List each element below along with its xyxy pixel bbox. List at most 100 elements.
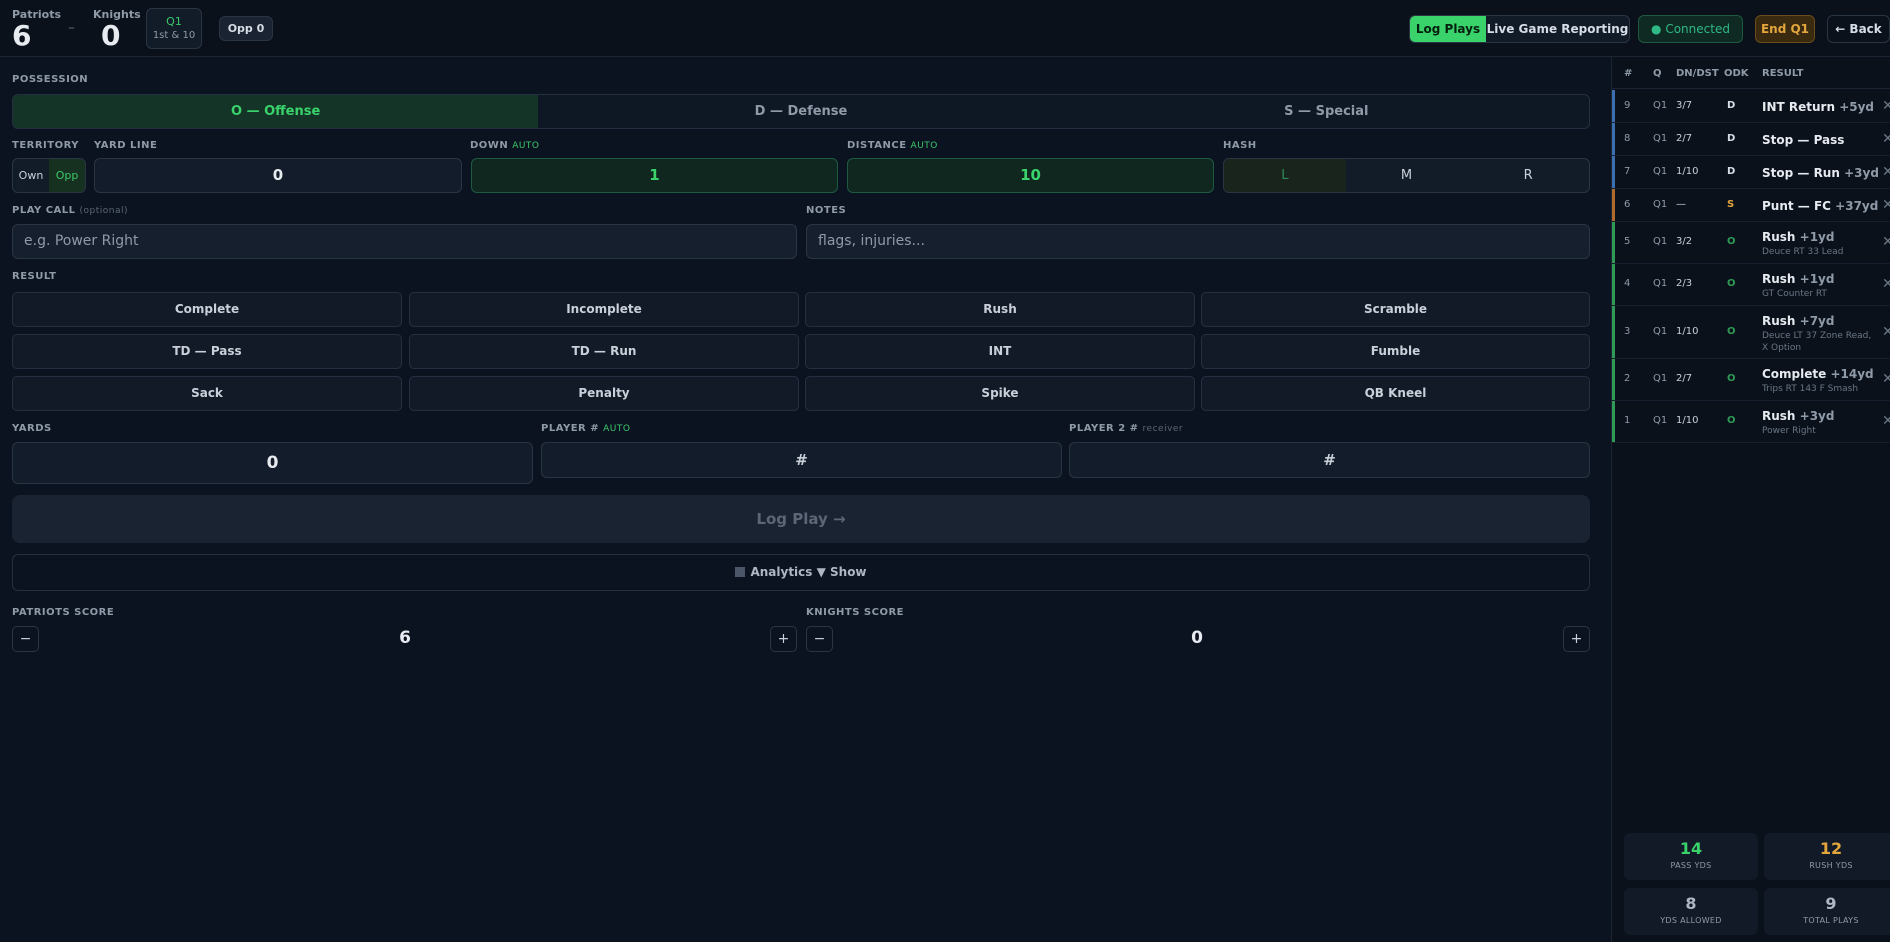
player2-number-input[interactable]: # bbox=[1069, 442, 1590, 478]
play-call-label: PLAY CALL (optional) bbox=[12, 205, 128, 216]
play-log-row[interactable]: 5 Q1 3/2 O Rush +1yd Deuce RT 33 Lead ✕ bbox=[1612, 222, 1890, 264]
row-result: INT Return +5yd bbox=[1762, 100, 1874, 114]
row-gain: +7yd bbox=[1799, 314, 1835, 328]
away-score-minus-button[interactable]: − bbox=[806, 626, 833, 652]
row-number: 3 bbox=[1624, 326, 1631, 337]
row-number: 8 bbox=[1624, 133, 1631, 144]
row-gain: +3yd bbox=[1844, 166, 1879, 180]
yard-line-label: YARD LINE bbox=[94, 140, 158, 151]
hash-label: HASH bbox=[1223, 140, 1257, 151]
result-td-pass-button[interactable]: TD — Pass bbox=[12, 334, 402, 369]
play-log-row[interactable]: 4 Q1 2/3 O Rush +1yd GT Counter RT ✕ bbox=[1612, 264, 1890, 306]
row-odk: D bbox=[1727, 100, 1736, 111]
row-quarter: Q1 bbox=[1653, 100, 1668, 111]
result-complete-button[interactable]: Complete bbox=[12, 292, 402, 327]
hash-right[interactable]: R bbox=[1467, 159, 1589, 192]
connection-status-badge: ● Connected bbox=[1638, 15, 1743, 43]
play-log-row[interactable]: 1 Q1 1/10 O Rush +3yd Power Right ✕ bbox=[1612, 401, 1890, 443]
play-log-row[interactable]: 3 Q1 1/10 O Rush +7yd Deuce LT 37 Zone Read, … bbox=[1612, 306, 1890, 359]
play-log-row[interactable]: 2 Q1 2/7 O Complete +14yd Trips RT 143 F Smas… bbox=[1612, 359, 1890, 401]
result-penalty-button[interactable]: Penalty bbox=[409, 376, 799, 411]
result-scramble-button[interactable]: Scramble bbox=[1201, 292, 1590, 327]
notes-input[interactable]: flags, injuries... bbox=[806, 224, 1590, 259]
yards-input[interactable]: 0 bbox=[12, 442, 533, 484]
delete-row-icon[interactable]: ✕ bbox=[1882, 164, 1890, 180]
analytics-toggle[interactable]: Analytics ▼ Show bbox=[12, 554, 1590, 591]
end-quarter-button[interactable]: End Q1 bbox=[1755, 15, 1815, 43]
play-log-row[interactable]: 8 Q1 2/7 D Stop — Pass ✕ bbox=[1612, 123, 1890, 156]
row-result-text: Rush bbox=[1762, 272, 1796, 286]
opp-field-position[interactable]: Opp 0 bbox=[219, 16, 273, 41]
row-quarter: Q1 bbox=[1653, 278, 1668, 289]
down-label: DOWN AUTO bbox=[470, 140, 540, 151]
home-score-minus-button[interactable]: − bbox=[12, 626, 39, 652]
row-type-indicator bbox=[1612, 359, 1615, 400]
result-spike-button[interactable]: Spike bbox=[805, 376, 1195, 411]
play-log-row[interactable]: 6 Q1— S Punt — FC +37yd ✕ bbox=[1612, 189, 1890, 222]
row-type-indicator bbox=[1612, 156, 1615, 188]
result-int-button[interactable]: INT bbox=[805, 334, 1195, 369]
delete-row-icon[interactable]: ✕ bbox=[1882, 98, 1890, 114]
possession-offense[interactable]: O — Offense bbox=[13, 95, 539, 128]
possession-label: POSSESSION bbox=[12, 74, 89, 85]
result-qb-kneel-button[interactable]: QB Kneel bbox=[1201, 376, 1590, 411]
row-down-distance: 1/10 bbox=[1676, 166, 1699, 177]
player2-sub-label: receiver bbox=[1142, 424, 1184, 434]
result-rush-button[interactable]: Rush bbox=[805, 292, 1195, 327]
result-td-run-button[interactable]: TD — Run bbox=[409, 334, 799, 369]
log-plays-tab[interactable]: Log Plays bbox=[1410, 16, 1486, 42]
result-fumble-button[interactable]: Fumble bbox=[1201, 334, 1590, 369]
row-number: 2 bbox=[1624, 373, 1631, 384]
row-quarter: Q1 bbox=[1653, 373, 1668, 384]
delete-row-icon[interactable]: ✕ bbox=[1882, 131, 1890, 147]
top-bar: Patriots 6 – Knights 0 Q1 1st & 10 Opp 0… bbox=[0, 0, 1890, 57]
hash-left[interactable]: L bbox=[1224, 159, 1346, 192]
analytics-toggle-label: Analytics ▼ Show bbox=[750, 565, 867, 579]
stat-value: 9 bbox=[1825, 894, 1837, 913]
territory-own[interactable]: Own bbox=[13, 159, 49, 192]
row-gain: +5yd bbox=[1839, 100, 1875, 114]
delete-row-icon[interactable]: ✕ bbox=[1882, 197, 1890, 213]
delete-row-icon[interactable]: ✕ bbox=[1882, 234, 1890, 250]
delete-row-icon[interactable]: ✕ bbox=[1882, 371, 1890, 387]
play-call-input[interactable]: e.g. Power Right bbox=[12, 224, 797, 259]
hash-middle[interactable]: M bbox=[1346, 159, 1468, 192]
quarter-label: Q1 bbox=[166, 15, 182, 28]
log-play-button[interactable]: Log Play → bbox=[12, 495, 1590, 543]
yards-label: YARDS bbox=[12, 423, 52, 434]
result-incomplete-button[interactable]: Incomplete bbox=[409, 292, 799, 327]
result-sack-button[interactable]: Sack bbox=[12, 376, 402, 411]
row-odk: O bbox=[1727, 236, 1736, 247]
row-result: Complete +14yd bbox=[1762, 367, 1874, 381]
col-quarter: Q bbox=[1653, 68, 1662, 79]
row-gain: +1yd bbox=[1799, 272, 1835, 286]
row-play-call: Deuce RT 33 Lead bbox=[1762, 247, 1844, 257]
distance-input[interactable]: 10 bbox=[847, 158, 1214, 193]
away-score-plus-button[interactable]: + bbox=[1563, 626, 1590, 652]
territory-opp[interactable]: Opp bbox=[49, 159, 85, 192]
col-number: # bbox=[1624, 68, 1633, 79]
home-score-plus-button[interactable]: + bbox=[770, 626, 797, 652]
player-number-input[interactable]: # bbox=[541, 442, 1062, 478]
live-reporting-tab[interactable]: Live Game Reporting bbox=[1486, 16, 1629, 42]
home-team: Patriots 6 bbox=[12, 8, 61, 51]
row-result-text: INT Return bbox=[1762, 100, 1835, 114]
delete-row-icon[interactable]: ✕ bbox=[1882, 413, 1890, 429]
row-result: Rush +1yd bbox=[1762, 230, 1834, 244]
back-button[interactable]: ← Back bbox=[1827, 15, 1890, 43]
delete-row-icon[interactable]: ✕ bbox=[1882, 276, 1890, 292]
down-auto-badge: AUTO bbox=[512, 141, 540, 151]
row-result-text: Stop — Pass bbox=[1762, 133, 1845, 147]
possession-special[interactable]: S — Special bbox=[1064, 95, 1589, 128]
delete-row-icon[interactable]: ✕ bbox=[1882, 324, 1890, 340]
bar-chart-icon bbox=[735, 567, 746, 577]
stat-label: RUSH YDS bbox=[1809, 861, 1853, 870]
play-log-row[interactable]: 9 Q1 3/7 D INT Return +5yd ✕ bbox=[1612, 90, 1890, 123]
possession-defense[interactable]: D — Defense bbox=[538, 95, 1063, 128]
row-quarter: Q1 bbox=[1653, 326, 1668, 337]
down-input[interactable]: 1 bbox=[471, 158, 838, 193]
row-down-distance: 1/10 bbox=[1676, 415, 1699, 426]
row-gain: +14yd bbox=[1830, 367, 1874, 381]
yard-line-input[interactable]: 0 bbox=[94, 158, 462, 193]
play-log-row[interactable]: 7 Q1 1/10 D Stop — Run +3yd ✕ bbox=[1612, 156, 1890, 189]
